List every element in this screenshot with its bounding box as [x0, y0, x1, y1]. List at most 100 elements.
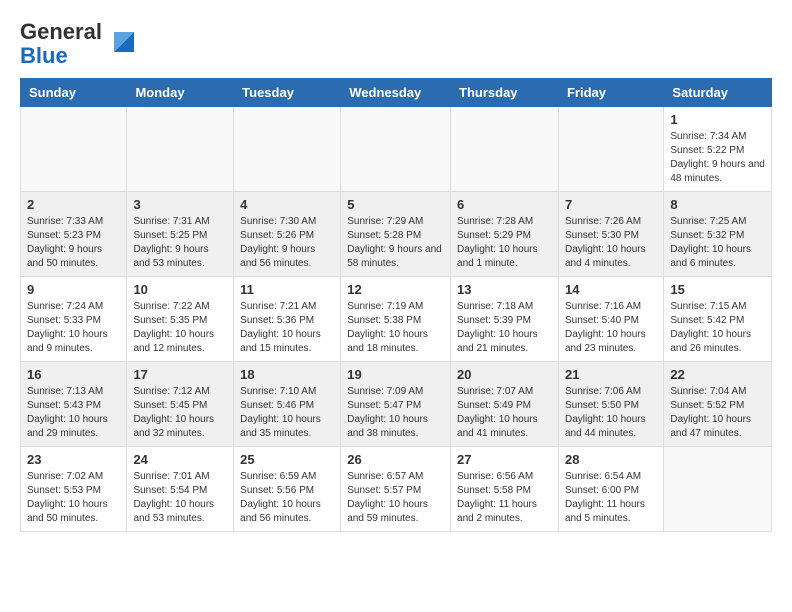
column-header-thursday: Thursday	[451, 79, 559, 107]
day-info: Sunrise: 7:33 AM Sunset: 5:23 PM Dayligh…	[27, 215, 120, 271]
day-info: Sunrise: 6:56 AM Sunset: 5:58 PM Dayligh…	[457, 470, 552, 526]
day-info: Sunrise: 7:24 AM Sunset: 5:33 PM Dayligh…	[27, 300, 120, 356]
calendar-cell: 1Sunrise: 7:34 AM Sunset: 5:22 PM Daylig…	[664, 107, 772, 192]
day-info: Sunrise: 7:22 AM Sunset: 5:35 PM Dayligh…	[133, 300, 227, 356]
day-info: Sunrise: 7:04 AM Sunset: 5:52 PM Dayligh…	[670, 385, 765, 441]
calendar-cell: 21Sunrise: 7:06 AM Sunset: 5:50 PM Dayli…	[558, 362, 663, 447]
calendar-cell: 3 Sunrise: 7:31 AM Sunset: 5:25 PM Daylig…	[127, 192, 234, 277]
column-header-saturday: Saturday	[664, 79, 772, 107]
calendar-cell: 28 Sunrise: 6:54 AM Sunset: 6:00 PM Dayli…	[558, 447, 663, 532]
calendar-cell: 14Sunrise: 7:16 AM Sunset: 5:40 PM Dayli…	[558, 277, 663, 362]
calendar-cell: 26 Sunrise: 6:57 AM Sunset: 5:57 PM Dayli…	[341, 447, 451, 532]
day-number: 27	[457, 452, 552, 467]
calendar-cell: 6 Sunrise: 7:28 AM Sunset: 5:29 PM Daylig…	[451, 192, 559, 277]
day-info: Sunrise: 7:12 AM Sunset: 5:45 PM Dayligh…	[133, 385, 227, 441]
day-number: 6	[457, 197, 552, 212]
day-info: Sunrise: 7:01 AM Sunset: 5:54 PM Dayligh…	[133, 470, 227, 526]
column-header-wednesday: Wednesday	[341, 79, 451, 107]
day-info: Sunrise: 7:19 AM Sunset: 5:38 PM Dayligh…	[347, 300, 444, 356]
calendar-cell: 9 Sunrise: 7:24 AM Sunset: 5:33 PM Daylig…	[21, 277, 127, 362]
day-number: 7	[565, 197, 657, 212]
day-info: Sunrise: 7:31 AM Sunset: 5:25 PM Dayligh…	[133, 215, 227, 271]
day-number: 18	[240, 367, 334, 382]
day-number: 8	[670, 197, 765, 212]
calendar-cell: 4 Sunrise: 7:30 AM Sunset: 5:26 PM Daylig…	[234, 192, 341, 277]
day-info: Sunrise: 7:13 AM Sunset: 5:43 PM Dayligh…	[27, 385, 120, 441]
day-number: 15	[670, 282, 765, 297]
week-row-3: 9 Sunrise: 7:24 AM Sunset: 5:33 PM Daylig…	[21, 277, 772, 362]
day-number: 28	[565, 452, 657, 467]
calendar-cell: 5 Sunrise: 7:29 AM Sunset: 5:28 PM Daylig…	[341, 192, 451, 277]
day-number: 24	[133, 452, 227, 467]
calendar-cell: 11Sunrise: 7:21 AM Sunset: 5:36 PM Dayli…	[234, 277, 341, 362]
column-header-friday: Friday	[558, 79, 663, 107]
calendar-cell: 27 Sunrise: 6:56 AM Sunset: 5:58 PM Dayli…	[451, 447, 559, 532]
calendar-cell: 18 Sunrise: 7:10 AM Sunset: 5:46 PM Dayli…	[234, 362, 341, 447]
logo-icon	[106, 24, 138, 56]
week-row-1: 1Sunrise: 7:34 AM Sunset: 5:22 PM Daylig…	[21, 107, 772, 192]
day-info: Sunrise: 7:26 AM Sunset: 5:30 PM Dayligh…	[565, 215, 657, 271]
day-number: 9	[27, 282, 120, 297]
day-info: Sunrise: 6:57 AM Sunset: 5:57 PM Dayligh…	[347, 470, 444, 526]
day-info: Sunrise: 7:25 AM Sunset: 5:32 PM Dayligh…	[670, 215, 765, 271]
calendar-cell: 19 Sunrise: 7:09 AM Sunset: 5:47 PM Dayli…	[341, 362, 451, 447]
day-info: Sunrise: 7:07 AM Sunset: 5:49 PM Dayligh…	[457, 385, 552, 441]
calendar-cell: 13 Sunrise: 7:18 AM Sunset: 5:39 PM Dayli…	[451, 277, 559, 362]
calendar-cell	[451, 107, 559, 192]
calendar-cell: 17 Sunrise: 7:12 AM Sunset: 5:45 PM Dayli…	[127, 362, 234, 447]
day-number: 14	[565, 282, 657, 297]
calendar-cell	[341, 107, 451, 192]
day-number: 10	[133, 282, 227, 297]
day-number: 20	[457, 367, 552, 382]
day-info: Sunrise: 7:28 AM Sunset: 5:29 PM Dayligh…	[457, 215, 552, 271]
week-row-4: 16 Sunrise: 7:13 AM Sunset: 5:43 PM Dayli…	[21, 362, 772, 447]
calendar-cell: 23Sunrise: 7:02 AM Sunset: 5:53 PM Dayli…	[21, 447, 127, 532]
calendar-cell	[558, 107, 663, 192]
calendar-cell	[234, 107, 341, 192]
day-info: Sunrise: 7:34 AM Sunset: 5:22 PM Dayligh…	[670, 130, 765, 186]
day-number: 25	[240, 452, 334, 467]
column-header-sunday: Sunday	[21, 79, 127, 107]
calendar-cell	[127, 107, 234, 192]
day-number: 4	[240, 197, 334, 212]
day-info: Sunrise: 7:15 AM Sunset: 5:42 PM Dayligh…	[670, 300, 765, 356]
calendar-cell	[664, 447, 772, 532]
calendar-cell: 24 Sunrise: 7:01 AM Sunset: 5:54 PM Dayli…	[127, 447, 234, 532]
day-number: 2	[27, 197, 120, 212]
calendar-header-row: SundayMondayTuesdayWednesdayThursdayFrid…	[21, 79, 772, 107]
logo-blue-text: Blue	[20, 43, 68, 68]
day-info: Sunrise: 7:09 AM Sunset: 5:47 PM Dayligh…	[347, 385, 444, 441]
day-info: Sunrise: 7:21 AM Sunset: 5:36 PM Dayligh…	[240, 300, 334, 356]
day-number: 3	[133, 197, 227, 212]
day-number: 5	[347, 197, 444, 212]
week-row-2: 2 Sunrise: 7:33 AM Sunset: 5:23 PM Daylig…	[21, 192, 772, 277]
calendar-cell: 10 Sunrise: 7:22 AM Sunset: 5:35 PM Dayli…	[127, 277, 234, 362]
page-header: General Blue	[20, 20, 772, 68]
calendar-cell: 20 Sunrise: 7:07 AM Sunset: 5:49 PM Dayli…	[451, 362, 559, 447]
day-info: Sunrise: 7:18 AM Sunset: 5:39 PM Dayligh…	[457, 300, 552, 356]
day-info: Sunrise: 6:59 AM Sunset: 5:56 PM Dayligh…	[240, 470, 334, 526]
calendar-cell: 2 Sunrise: 7:33 AM Sunset: 5:23 PM Daylig…	[21, 192, 127, 277]
day-number: 17	[133, 367, 227, 382]
day-number: 12	[347, 282, 444, 297]
day-info: Sunrise: 7:30 AM Sunset: 5:26 PM Dayligh…	[240, 215, 334, 271]
day-number: 19	[347, 367, 444, 382]
day-number: 16	[27, 367, 120, 382]
day-number: 23	[27, 452, 120, 467]
day-number: 22	[670, 367, 765, 382]
calendar-cell	[21, 107, 127, 192]
day-info: Sunrise: 7:29 AM Sunset: 5:28 PM Dayligh…	[347, 215, 444, 271]
calendar-table: SundayMondayTuesdayWednesdayThursdayFrid…	[20, 78, 772, 532]
calendar-cell: 8 Sunrise: 7:25 AM Sunset: 5:32 PM Daylig…	[664, 192, 772, 277]
day-number: 26	[347, 452, 444, 467]
column-header-tuesday: Tuesday	[234, 79, 341, 107]
day-number: 13	[457, 282, 552, 297]
logo: General Blue	[20, 20, 138, 68]
calendar-cell: 12 Sunrise: 7:19 AM Sunset: 5:38 PM Dayli…	[341, 277, 451, 362]
logo-general-text: General	[20, 19, 102, 44]
calendar-cell: 22 Sunrise: 7:04 AM Sunset: 5:52 PM Dayli…	[664, 362, 772, 447]
day-info: Sunrise: 6:54 AM Sunset: 6:00 PM Dayligh…	[565, 470, 657, 526]
calendar-cell: 7 Sunrise: 7:26 AM Sunset: 5:30 PM Daylig…	[558, 192, 663, 277]
calendar-cell: 16 Sunrise: 7:13 AM Sunset: 5:43 PM Dayli…	[21, 362, 127, 447]
day-info: Sunrise: 7:10 AM Sunset: 5:46 PM Dayligh…	[240, 385, 334, 441]
